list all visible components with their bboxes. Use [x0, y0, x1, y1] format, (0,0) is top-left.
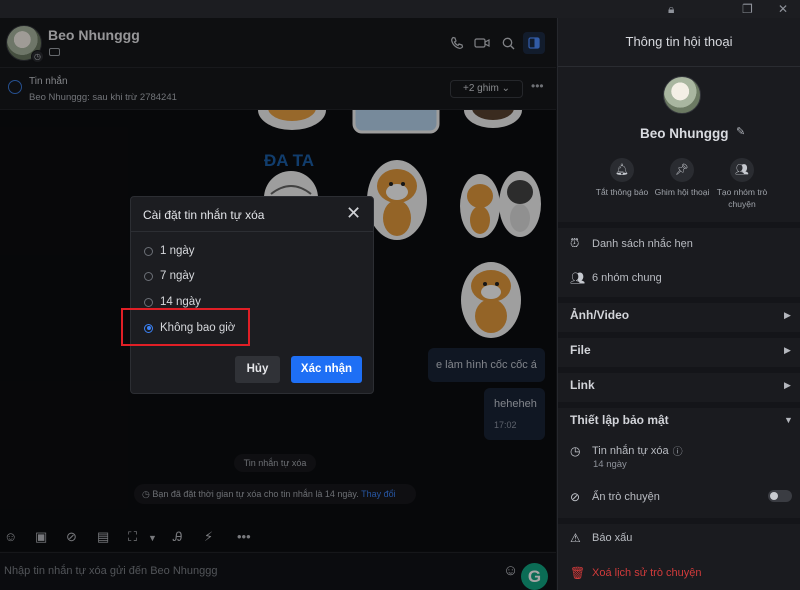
conversation-info-panel: Thông tin hội thoại Beo Nhunggg ✎ 🔔︎ Tắt… — [557, 18, 800, 590]
radio-button[interactable] — [144, 246, 153, 256]
row-label: Báo xấu — [592, 532, 633, 544]
dialog-title: Cài đặt tin nhắn tự xóa — [143, 208, 265, 222]
divider — [558, 518, 800, 524]
cancel-button[interactable]: Hủy — [235, 356, 280, 383]
row-label: 6 nhóm chung — [592, 272, 662, 284]
bell-icon: 🔔︎ — [610, 158, 634, 182]
file-section[interactable]: File — [570, 343, 591, 357]
pin-icon: 📌︎ — [670, 158, 694, 182]
close-icon[interactable]: ✕ — [346, 203, 361, 224]
chevron-right-icon[interactable]: ▶ — [784, 345, 791, 356]
divider — [558, 332, 800, 338]
chevron-right-icon[interactable]: ▶ — [784, 380, 791, 391]
panel-title: Thông tin hội thoại — [625, 34, 733, 49]
restore-icon[interactable]: ❐ — [742, 2, 753, 16]
option-1-day[interactable]: 1 ngày — [144, 242, 195, 260]
common-groups-row[interactable]: 👥︎ 6 nhóm chung — [570, 271, 662, 285]
action-label: Tắt thông báo — [595, 187, 649, 197]
security-section[interactable]: Thiết lập bảo mật — [570, 413, 669, 427]
row-label: Danh sách nhắc hẹn — [592, 237, 693, 250]
divider — [558, 297, 800, 303]
reminders-row[interactable]: ⏰︎ Danh sách nhắc hẹn — [570, 236, 693, 251]
row-label: Ẩn trò chuyện — [592, 491, 660, 503]
mute-notifications-button[interactable]: 🔔︎ Tắt thông báo — [592, 158, 652, 198]
lock-icon[interactable]: 🔒︎ — [668, 2, 674, 17]
trash-icon: 🗑︎ — [570, 566, 586, 580]
create-group-button[interactable]: 👥︎ Tạo nhóm trò chuyện — [712, 158, 772, 210]
option-label: 7 ngày — [160, 270, 195, 282]
action-label: Ghim hội thoại — [654, 187, 710, 197]
self-delete-value: 14 ngày — [593, 459, 627, 470]
radio-button[interactable] — [144, 297, 153, 307]
divider — [558, 402, 800, 408]
chevron-right-icon[interactable]: ▶ — [784, 310, 791, 321]
warning-icon: ⚠︎ — [570, 531, 581, 545]
media-section[interactable]: Ảnh/Video — [570, 308, 629, 322]
eye-off-icon: ⊘ — [570, 490, 581, 504]
hide-chat-row[interactable]: ⊘ Ẩn trò chuyện — [570, 490, 660, 504]
group-icon: 👥︎ — [570, 271, 586, 285]
link-section[interactable]: Link — [570, 378, 595, 392]
option-7-days[interactable]: 7 ngày — [144, 267, 195, 285]
row-label: Tin nhắn tự xóa — [592, 444, 669, 457]
divider — [558, 222, 800, 228]
add-group-icon: 👥︎ — [730, 158, 754, 182]
chevron-down-icon[interactable]: ▼ — [784, 415, 793, 425]
action-label: Tạo nhóm trò chuyện — [716, 187, 768, 209]
divider — [558, 367, 800, 373]
option-label: 14 ngày — [160, 296, 201, 308]
timer-icon: ◷ — [570, 443, 581, 458]
option-label: 1 ngày — [160, 245, 195, 257]
confirm-button[interactable]: Xác nhận — [291, 356, 362, 383]
divider — [558, 66, 800, 67]
alarm-clock-icon: ⏰︎ — [570, 236, 580, 250]
self-delete-row[interactable]: ◷ Tin nhắn tự xóa ⓘ — [570, 443, 683, 459]
divider — [131, 231, 373, 232]
highlight-box — [121, 308, 250, 346]
radio-button[interactable] — [144, 271, 153, 281]
delete-history-row[interactable]: 🗑︎ Xoá lịch sử trò chuyện — [570, 566, 701, 580]
row-label: Xoá lịch sử trò chuyện — [592, 567, 702, 579]
contact-name: Beo Nhunggg — [640, 126, 729, 141]
close-icon[interactable]: ✕ — [778, 2, 788, 16]
edit-name-icon[interactable]: ✎ — [736, 125, 745, 138]
pin-conversation-button[interactable]: 📌︎ Ghim hội thoại — [652, 158, 712, 198]
self-delete-settings-dialog: Cài đặt tin nhắn tự xóa ✕ 1 ngày 7 ngày … — [130, 196, 374, 394]
report-row[interactable]: ⚠︎ Báo xấu — [570, 531, 632, 545]
avatar[interactable] — [663, 76, 701, 114]
help-icon[interactable]: ⓘ — [673, 443, 683, 458]
window-titlebar: 🔒︎ ❐ ✕ — [0, 0, 800, 18]
hide-chat-toggle[interactable] — [768, 490, 792, 502]
